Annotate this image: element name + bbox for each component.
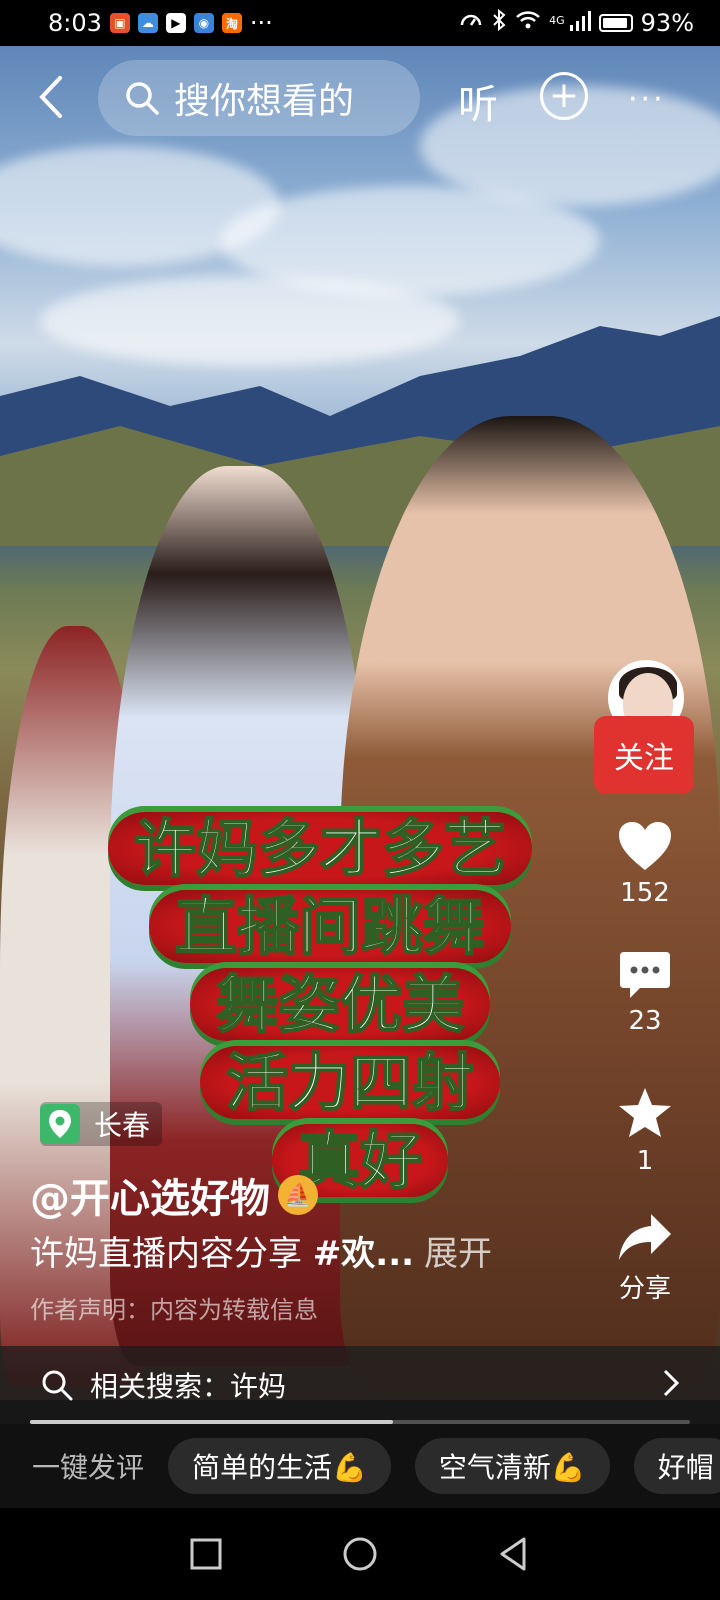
- description-text: 许妈直播内容分享: [30, 1234, 313, 1274]
- author-name[interactable]: @开心选好物 ⛵: [30, 1166, 318, 1224]
- author-disclaimer: 作者声明：内容为转载信息: [30, 1296, 318, 1324]
- notification-cloud-icon: ☁: [137, 13, 158, 33]
- back-button[interactable]: [28, 72, 78, 122]
- share-arrow-icon: [619, 1214, 671, 1260]
- notification-play-icon: ▶: [165, 13, 186, 33]
- caption-line-2: 直播间跳舞: [0, 888, 720, 966]
- top-bar: 搜你想看的 听 + ···: [0, 58, 720, 138]
- quick-comment-bar: 一键发评 简单的生活💪 空气清新💪 好帽: [0, 1424, 720, 1508]
- chevron-right-icon: [662, 1368, 680, 1406]
- search-box[interactable]: 搜你想看的: [98, 60, 420, 136]
- battery-level: [602, 18, 627, 28]
- description-hashtag[interactable]: #欢...: [313, 1234, 414, 1274]
- caption-line-3: 舞姿优美: [0, 966, 720, 1044]
- quick-comment-chip[interactable]: 好帽: [633, 1438, 720, 1494]
- notification-browser-icon: ◉: [193, 13, 214, 33]
- signal-icon: [569, 9, 591, 37]
- battery-percent: 93%: [640, 9, 694, 37]
- search-icon: [126, 82, 159, 115]
- battery-icon: [598, 14, 633, 32]
- share-label: 分享: [618, 1274, 671, 1304]
- status-right: 4G 93%: [459, 8, 694, 38]
- home-circle-icon[interactable]: [336, 1530, 384, 1578]
- speed-icon: [459, 8, 483, 38]
- follow-button[interactable]: 关注: [594, 716, 694, 794]
- notification-app-icon: ▣: [109, 13, 130, 33]
- quick-comment-label: 一键发评: [32, 1451, 145, 1484]
- verified-badge-icon: ⛵: [278, 1175, 318, 1215]
- system-nav-bar: [0, 1508, 720, 1600]
- bluetooth-icon: [491, 8, 507, 38]
- status-time: 8:03: [48, 9, 102, 37]
- quick-comment-chip[interactable]: 空气清新💪: [414, 1438, 610, 1494]
- listen-button[interactable]: 听: [458, 72, 498, 130]
- expand-button[interactable]: 展开: [424, 1234, 492, 1274]
- caption-line-1: 许妈多才多艺: [0, 810, 720, 888]
- share-button[interactable]: 分享: [600, 1212, 690, 1305]
- back-triangle-icon[interactable]: [490, 1530, 538, 1578]
- author-handle: @开心选好物: [30, 1176, 270, 1222]
- wifi-icon: [515, 9, 541, 37]
- related-search-bar[interactable]: 相关搜索：许妈: [0, 1346, 720, 1424]
- add-button[interactable]: +: [540, 72, 588, 120]
- chevron-left-icon: [39, 76, 62, 118]
- status-more-notifications: ···: [249, 9, 273, 37]
- status-bar: 8:03 ▣ ☁ ▶ ◉ 淘 ··· 4G 93%: [0, 0, 720, 46]
- signal-type-label: 4G: [549, 14, 565, 27]
- more-options-button[interactable]: ···: [628, 82, 666, 117]
- search-icon: [42, 1370, 73, 1401]
- status-left: 8:03 ▣ ☁ ▶ ◉ 淘 ···: [48, 9, 273, 37]
- location-tag[interactable]: 长春: [40, 1102, 163, 1146]
- video-description[interactable]: 许妈直播内容分享 #欢... 展开: [30, 1226, 492, 1275]
- quick-comment-chip[interactable]: 简单的生活💪: [168, 1438, 391, 1494]
- recent-apps-square-icon[interactable]: [182, 1530, 230, 1578]
- location-pin-icon: [40, 1104, 80, 1144]
- screen: 8:03 ▣ ☁ ▶ ◉ 淘 ··· 4G 93% 搜你想看的 听 + ··· …: [0, 0, 720, 1600]
- related-search-text: 相关搜索：许妈: [90, 1370, 287, 1403]
- location-city: 长春: [94, 1109, 151, 1142]
- notification-taobao-icon: 淘: [221, 13, 242, 33]
- search-placeholder: 搜你想看的: [174, 81, 355, 122]
